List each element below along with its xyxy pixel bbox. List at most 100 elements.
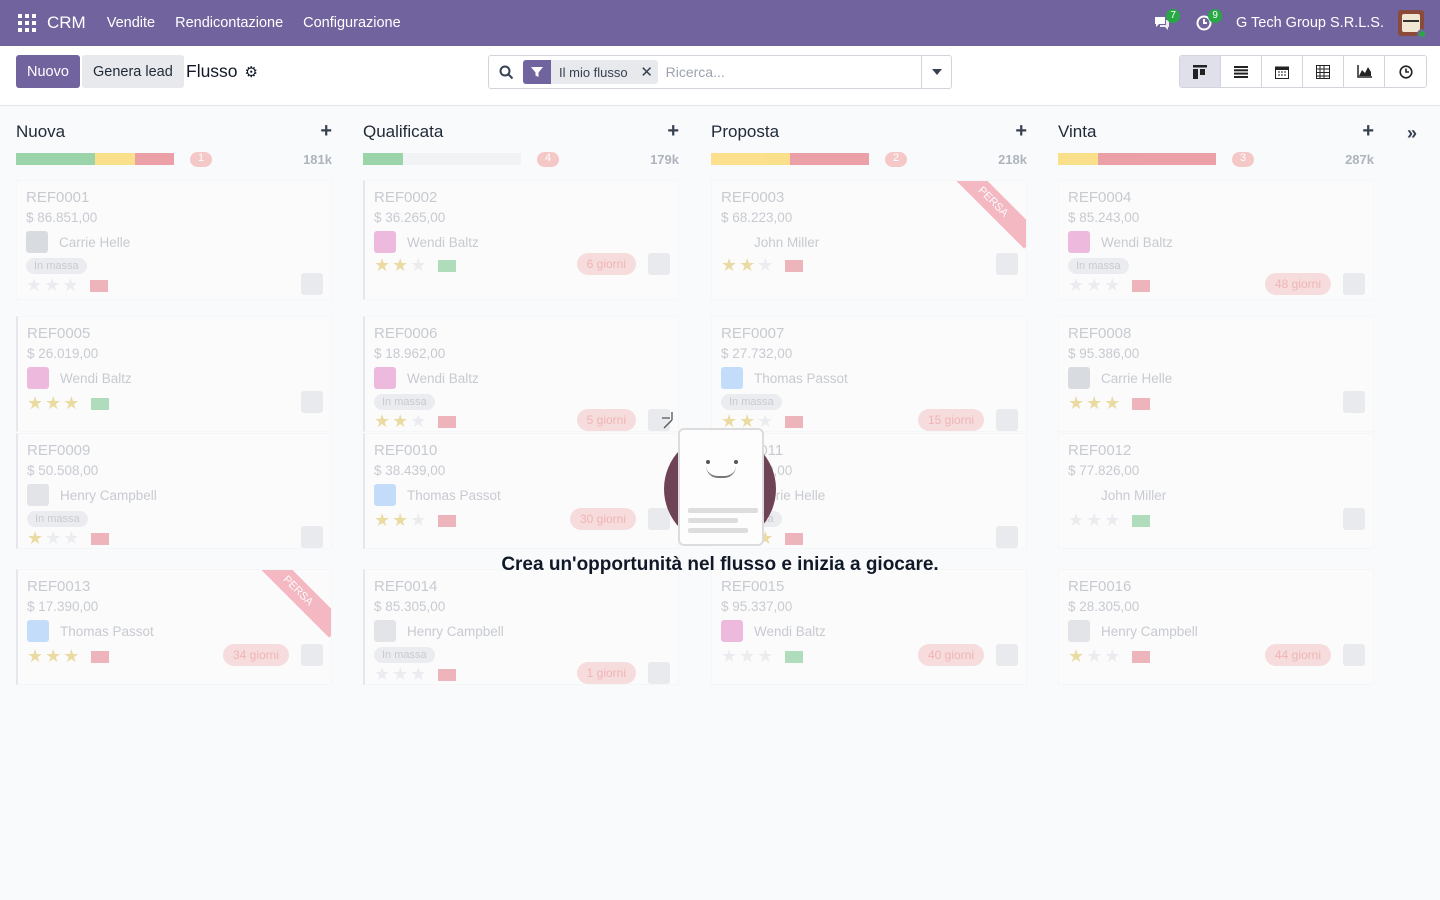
kanban-card[interactable]: REF0004 $ 85.243,00 Wendi Baltz In massa ★ ★ ★… <box>1058 180 1374 300</box>
star-icon[interactable]: ★ <box>62 275 78 296</box>
kanban-card[interactable]: REF0014 $ 85.305,00 Henry Campbell In massa… <box>363 569 679 685</box>
activity-icon[interactable] <box>91 650 110 663</box>
gear-icon[interactable]: ⚙ <box>245 63 258 81</box>
column-title[interactable]: Nuova <box>16 122 65 141</box>
salesperson-avatar[interactable] <box>301 391 323 413</box>
activity-icon[interactable] <box>785 415 804 428</box>
kanban-view-icon[interactable] <box>1180 56 1221 87</box>
kanban-card[interactable]: REF0015 $ 95.337,00 Wendi Baltz ★ ★ ★ 40 giorn… <box>711 569 1027 685</box>
new-button[interactable]: Nuovo <box>16 55 80 88</box>
star-icon[interactable]: ★ <box>27 646 43 667</box>
progress-segment[interactable] <box>134 153 174 165</box>
star-icon[interactable]: ★ <box>739 255 755 276</box>
kanban-card[interactable]: REF0010 $ 38.439,00 Thomas Passot ★ ★ ★ 30 gio… <box>363 433 679 549</box>
kanban-card[interactable]: REF0016 $ 28.305,00 Henry Campbell ★ ★ ★ 44 gi… <box>1058 569 1374 685</box>
salesperson-avatar[interactable] <box>1343 508 1365 530</box>
star-icon[interactable]: ★ <box>1068 275 1084 296</box>
progress-segment[interactable] <box>363 153 403 165</box>
progress-segment[interactable] <box>95 153 135 165</box>
salesperson-avatar[interactable] <box>648 662 670 684</box>
activity-icon[interactable] <box>438 668 457 681</box>
generate-lead-button[interactable]: Genera lead <box>82 55 184 88</box>
star-icon[interactable]: ★ <box>27 393 43 414</box>
search-input[interactable] <box>665 64 921 80</box>
progress-segment[interactable] <box>402 153 521 165</box>
activity-icon[interactable] <box>785 650 804 663</box>
search-icon[interactable] <box>489 56 523 88</box>
expand-columns-icon[interactable]: » <box>1407 123 1417 144</box>
activity-icon[interactable] <box>1132 397 1151 410</box>
activity-icon[interactable] <box>438 514 457 527</box>
kanban-card[interactable]: REF0006 $ 18.962,00 Wendi Baltz In massa ★ ★ ★… <box>363 316 679 432</box>
kanban-card[interactable]: REF0005 $ 26.019,00 Wendi Baltz ★ ★ ★ <box>16 316 332 432</box>
progress-segment[interactable] <box>16 153 95 165</box>
messages-button[interactable]: 7 <box>1146 7 1180 39</box>
list-view-icon[interactable] <box>1221 56 1262 87</box>
chevron-down-icon[interactable] <box>921 56 951 88</box>
star-icon[interactable]: ★ <box>410 510 426 531</box>
star-icon[interactable]: ★ <box>44 275 60 296</box>
activity-icon[interactable] <box>1132 650 1151 663</box>
star-icon[interactable]: ★ <box>1086 646 1102 667</box>
graph-view-icon[interactable] <box>1344 56 1385 87</box>
activity-icon[interactable] <box>1132 514 1151 527</box>
progress-segment[interactable] <box>790 153 869 165</box>
add-icon[interactable]: + <box>320 120 332 143</box>
column-title[interactable]: Vinta <box>1058 122 1096 141</box>
progress-segment[interactable] <box>1097 153 1216 165</box>
star-icon[interactable]: ★ <box>757 255 773 276</box>
close-icon[interactable]: ✕ <box>636 60 658 84</box>
salesperson-avatar[interactable] <box>301 526 323 548</box>
star-icon[interactable]: ★ <box>1068 646 1084 667</box>
activity-icon[interactable] <box>785 532 804 545</box>
column-progress-bar[interactable] <box>363 153 521 165</box>
kanban-card[interactable]: REF0012 $ 77.826,00 John Miller ★ ★ ★ <box>1058 433 1374 549</box>
add-icon[interactable]: + <box>1362 120 1374 143</box>
star-icon[interactable]: ★ <box>757 646 773 667</box>
salesperson-avatar[interactable] <box>301 644 323 666</box>
star-icon[interactable]: ★ <box>392 664 408 684</box>
star-icon[interactable]: ★ <box>410 255 426 276</box>
kanban-card[interactable]: REF0013 $ 17.390,00 Thomas Passot ★ ★ ★ 34 gio… <box>16 569 332 685</box>
menu-item-vendite[interactable]: Vendite <box>97 15 165 31</box>
activity-icon[interactable] <box>91 397 110 410</box>
column-progress-bar[interactable] <box>16 153 174 165</box>
activity-icon[interactable] <box>1132 279 1151 292</box>
star-icon[interactable]: ★ <box>410 664 426 684</box>
kanban-card[interactable]: REF0009 $ 50.508,00 Henry Campbell In massa… <box>16 433 332 549</box>
app-name[interactable]: CRM <box>47 13 86 33</box>
salesperson-avatar[interactable] <box>1343 644 1365 666</box>
star-icon[interactable]: ★ <box>1104 393 1120 414</box>
add-icon[interactable]: + <box>1015 120 1027 143</box>
salesperson-avatar[interactable] <box>1343 273 1365 295</box>
progress-segment[interactable] <box>1058 153 1098 165</box>
star-icon[interactable]: ★ <box>721 646 737 667</box>
add-icon[interactable]: + <box>667 120 679 143</box>
activity-icon[interactable] <box>438 259 457 272</box>
progress-segment[interactable] <box>711 153 790 165</box>
column-progress-bar[interactable] <box>711 153 869 165</box>
salesperson-avatar[interactable] <box>996 409 1018 431</box>
salesperson-avatar[interactable] <box>996 253 1018 275</box>
user-avatar[interactable] <box>1398 10 1427 39</box>
star-icon[interactable]: ★ <box>392 510 408 531</box>
star-icon[interactable]: ★ <box>1086 393 1102 414</box>
star-icon[interactable]: ★ <box>374 255 390 276</box>
star-icon[interactable]: ★ <box>1086 510 1102 531</box>
kanban-card[interactable]: REF0002 $ 36.265,00 Wendi Baltz ★ ★ ★ 6 giorni <box>363 180 679 300</box>
kanban-card[interactable]: REF0008 $ 95.386,00 Carrie Helle ★ ★ ★ <box>1058 316 1374 432</box>
kanban-card[interactable]: REF0003 $ 68.223,00 John Miller ★ ★ ★ PERSA <box>711 180 1027 300</box>
star-icon[interactable]: ★ <box>1104 646 1120 667</box>
star-icon[interactable]: ★ <box>1068 510 1084 531</box>
kanban-card[interactable]: REF0001 $ 86.851,00 Carrie Helle In massa ★ ★… <box>16 180 332 300</box>
star-icon[interactable]: ★ <box>410 411 426 431</box>
activity-icon[interactable] <box>90 279 109 292</box>
menu-item-configurazione[interactable]: Configurazione <box>293 15 411 31</box>
star-icon[interactable]: ★ <box>45 528 61 548</box>
star-icon[interactable]: ★ <box>1068 393 1084 414</box>
star-icon[interactable]: ★ <box>374 411 390 431</box>
star-icon[interactable]: ★ <box>63 393 79 414</box>
star-icon[interactable]: ★ <box>45 646 61 667</box>
star-icon[interactable]: ★ <box>27 528 43 548</box>
activity-view-icon[interactable] <box>1385 56 1426 87</box>
